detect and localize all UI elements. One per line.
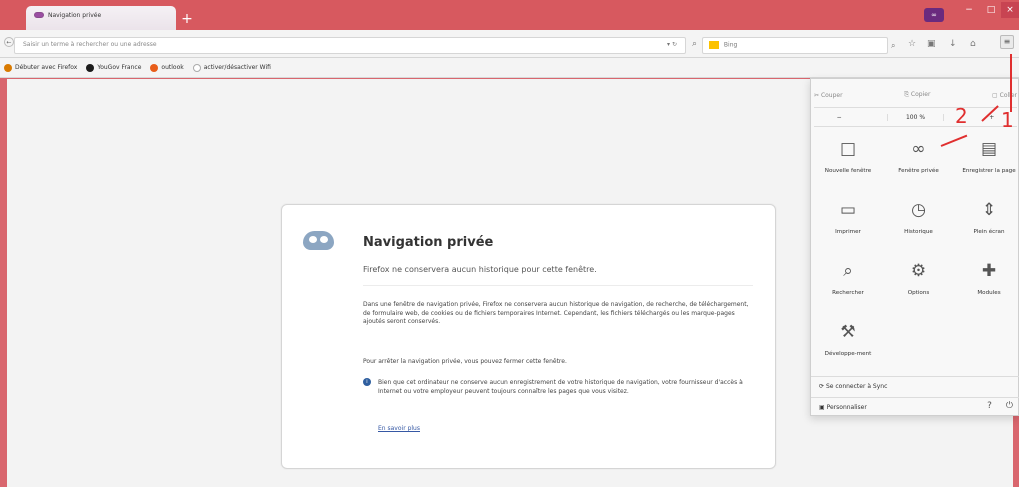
private-mask-icon: ∞ — [911, 138, 926, 159]
url-bar[interactable]: Saisir un terme à rechercher ou une adre… — [14, 37, 686, 54]
close-window-note: Pour arrêter la navigation privée, vous … — [363, 358, 567, 365]
annotation-number-2: 2 — [955, 104, 968, 128]
addons-button[interactable]: ✚ Modules — [955, 253, 1019, 314]
url-placeholder: Saisir un terme à rechercher ou une adre… — [23, 41, 157, 48]
clock-icon: ◷ — [911, 199, 926, 220]
private-tab[interactable]: Navigation privée — [26, 6, 176, 30]
quit-icon[interactable]: ⏻ — [1006, 401, 1013, 411]
tab-title: Navigation privée — [48, 12, 102, 19]
maximize-button[interactable]: □ — [982, 2, 1000, 18]
fullscreen-button[interactable]: ⇕ Plein écran — [955, 192, 1019, 253]
close-button[interactable]: × — [1001, 2, 1019, 18]
developer-button[interactable]: ⚒ Développe-ment — [814, 314, 882, 375]
window-icon: □ — [839, 138, 857, 159]
hamburger-menu-panel: ✂ Couper ⎘ Copier ▢ Coller − 100 % + □ No… — [810, 78, 1019, 416]
new-window-button[interactable]: □ Nouvelle fenêtre — [814, 131, 882, 192]
sync-button[interactable]: ⟳ Se connecter à Sync — [811, 376, 1019, 396]
copy-button[interactable]: ⎘ Copier — [904, 91, 930, 99]
search-icon: ⌕ — [843, 260, 853, 281]
search-bar[interactable]: Bing — [702, 37, 888, 54]
private-window-indicator: ∞ — [924, 8, 944, 22]
page-icon: ▤ — [980, 138, 998, 159]
wrench-icon: ⚒ — [840, 321, 856, 342]
search-icon[interactable]: ⌕ — [891, 41, 895, 51]
page-title: Navigation privée — [363, 235, 494, 250]
private-browsing-card: Navigation privée Firefox ne conservera … — [281, 204, 776, 469]
bookmark-star-icon[interactable]: ☆ — [908, 39, 916, 49]
bookmark-item[interactable]: activer/désactiver Wifi — [192, 63, 271, 72]
bookmark-item[interactable]: YouGov France — [86, 63, 141, 72]
puzzle-icon: ✚ — [981, 260, 997, 281]
customize-button[interactable]: ▣ Personnaliser ? ⏻ — [811, 397, 1019, 417]
bookmark-item[interactable]: Débuter avec Firefox — [4, 63, 77, 72]
private-mask-icon — [303, 231, 334, 250]
new-tab-button[interactable]: + — [178, 10, 196, 28]
divider — [363, 285, 753, 286]
bookmarks-toolbar: Débuter avec Firefox YouGov France outlo… — [0, 58, 1019, 78]
edit-controls: ✂ Couper ⎘ Copier ▢ Coller — [814, 83, 1017, 107]
help-icon[interactable]: ? — [987, 401, 992, 411]
navigation-toolbar: ← Saisir un terme à rechercher ou une ad… — [0, 30, 1019, 58]
outlook-icon — [150, 63, 159, 72]
save-page-button[interactable]: ▤ Enregistrer la page — [955, 131, 1019, 192]
folder-icon — [192, 63, 201, 72]
page-subtitle: Firefox ne conservera aucun historique p… — [363, 265, 597, 274]
sync-label: Se connecter à Sync — [825, 383, 888, 390]
gear-icon: ⚙ — [910, 260, 927, 281]
download-icon[interactable]: ↓ — [949, 39, 957, 49]
menu-grid: □ Nouvelle fenêtre ∞ Fenêtre privée ▤ Enreg… — [811, 131, 1019, 377]
customize-icon: ▣ — [819, 404, 827, 411]
browser-window: Navigation privée + ∞ − □ × ← Saisir un … — [0, 0, 1019, 487]
home-icon[interactable]: ⌂ — [970, 39, 976, 49]
cut-button[interactable]: ✂ Couper — [814, 92, 843, 99]
title-bar: Navigation privée + ∞ − □ × — [0, 0, 1019, 30]
printer-icon: ▭ — [839, 199, 857, 220]
bookmark-item[interactable]: outlook — [150, 63, 184, 72]
footer-actions: ? ⏻ — [987, 401, 1013, 411]
privacy-note: Bien que cet ordinateur ne conserve aucu… — [378, 379, 743, 395]
bookmarks-menu-icon[interactable]: ▣ — [927, 39, 936, 49]
history-button[interactable]: ◷ Historique — [885, 192, 952, 253]
private-description: Dans une fenêtre de navigation privée, F… — [363, 301, 749, 325]
search-engine: Bing — [723, 41, 738, 49]
bing-icon — [709, 41, 719, 49]
url-actions: ▾ ↻ — [667, 41, 677, 48]
paste-button[interactable]: ▢ Coller — [992, 92, 1017, 99]
firefox-icon — [4, 63, 12, 72]
learn-more-link[interactable]: En savoir plus — [378, 425, 420, 432]
print-button[interactable]: ▭ Imprimer — [814, 192, 882, 253]
options-button[interactable]: ⚙ Options — [885, 253, 952, 314]
zoom-out-button[interactable]: − — [837, 114, 842, 121]
zoom-level[interactable]: 100 % — [886, 113, 945, 121]
yougov-icon — [86, 63, 95, 72]
fullscreen-icon: ⇕ — [981, 199, 997, 220]
minimize-button[interactable]: − — [960, 2, 978, 18]
identity-icon[interactable]: ⌕ — [692, 39, 697, 49]
back-arrow-icon[interactable]: ← — [4, 37, 14, 47]
customize-label: Personnaliser — [826, 404, 867, 411]
hamburger-menu-button[interactable]: ≡ — [1000, 35, 1014, 49]
info-icon: i — [363, 378, 371, 386]
private-window-button[interactable]: ∞ Fenêtre privée — [885, 131, 952, 192]
annotation-arrow-to-menu — [1010, 54, 1012, 112]
private-mask-icon — [34, 12, 44, 18]
sync-icon: ⟳ — [819, 383, 826, 390]
search-button[interactable]: ⌕ Rechercher — [814, 253, 882, 314]
